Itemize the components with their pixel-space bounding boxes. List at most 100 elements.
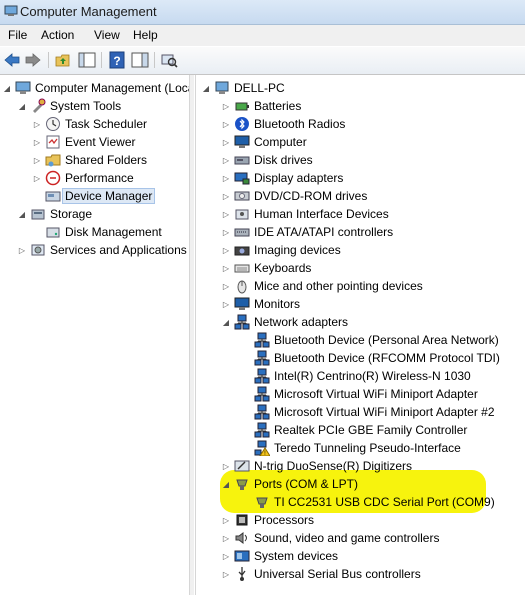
device-tree-item-row[interactable]: ▷ DVD/CD-ROM drives	[221, 187, 367, 205]
console-tree-item-row[interactable]: ▷ Shared Folders	[32, 151, 147, 169]
device-tree-item-row[interactable]: ◢ Network adapters	[221, 313, 348, 331]
device-tree-pane: ◢ DELL-PC ▷ Batteries ▷ Bluetooth Radios ▷ Comp…	[195, 75, 525, 595]
title-bar: Computer Management	[0, 0, 525, 25]
collapsed-arrow-icon[interactable]: ▷	[221, 119, 231, 129]
device-tree-item-label: Realtek PCIe GBE Family Controller	[274, 423, 468, 437]
collapsed-arrow-icon[interactable]: ▷	[32, 119, 42, 129]
device-tree-item-row[interactable]: ▷ Sound, video and game controllers	[221, 529, 440, 547]
menu-help[interactable]: Help	[131, 28, 160, 42]
help-icon[interactable]: ?	[108, 51, 126, 69]
console-tree-item-row[interactable]: ◢ System Tools	[17, 97, 121, 115]
device-tree-item-label: Mice and other pointing devices	[254, 279, 423, 293]
collapsed-arrow-icon[interactable]: ▷	[17, 245, 27, 255]
device-tree-item-row[interactable]: ▷ Computer	[221, 133, 307, 151]
collapsed-arrow-icon[interactable]: ▷	[221, 263, 231, 273]
device-tree-item-row[interactable]: Bluetooth Device (Personal Area Network)	[241, 331, 499, 349]
device-tree-item-row[interactable]: ▷ Imaging devices	[221, 241, 341, 259]
device-tree-item-row[interactable]: ▷ N-trig DuoSense(R) Digitizers	[221, 457, 412, 475]
device-tree-item-label: Human Interface Devices	[254, 207, 389, 221]
scan-hardware-icon[interactable]	[160, 51, 178, 69]
mouse-icon	[237, 280, 247, 294]
device-tree-item-row[interactable]: ▷ Human Interface Devices	[221, 205, 389, 223]
collapsed-arrow-icon[interactable]: ▷	[221, 227, 231, 237]
collapsed-arrow-icon[interactable]: ▷	[221, 191, 231, 201]
console-tree-item-row[interactable]: Disk Management	[32, 223, 162, 241]
device-tree-item-row[interactable]: ▷ Bluetooth Radios	[221, 115, 345, 133]
network-icon	[254, 422, 270, 438]
console-tree-item-row[interactable]: ▷ Performance	[32, 169, 134, 187]
menu-action[interactable]: Action	[39, 28, 76, 42]
collapsed-arrow-icon[interactable]: ▷	[221, 299, 231, 309]
device-tree-item-row[interactable]: ▷ IDE ATA/ATAPI controllers	[221, 223, 393, 241]
collapsed-arrow-icon[interactable]: ▷	[32, 137, 42, 147]
collapsed-arrow-icon[interactable]: ▷	[221, 173, 231, 183]
forward-arrow-icon[interactable]	[24, 51, 42, 69]
device-tree-item-row[interactable]: ▷ Monitors	[221, 295, 300, 313]
collapsed-arrow-icon[interactable]: ▷	[221, 137, 231, 147]
toolbar-separator	[154, 52, 155, 68]
collapsed-arrow-icon[interactable]: ▷	[221, 101, 231, 111]
collapsed-arrow-icon[interactable]: ▷	[221, 461, 231, 471]
sound-icon	[235, 532, 247, 544]
menu-file[interactable]: File	[6, 28, 29, 42]
device-tree-item-row[interactable]: ▷ System devices	[221, 547, 338, 565]
device-tree-item-row[interactable]: ◢ Ports (COM & LPT)	[221, 475, 358, 493]
action-pane-icon[interactable]	[131, 51, 149, 69]
device-tree-item-row[interactable]: ▷ Disk drives	[221, 151, 313, 169]
collapsed-arrow-icon[interactable]: ▷	[221, 155, 231, 165]
expanded-arrow-icon[interactable]: ◢	[2, 83, 12, 93]
collapsed-arrow-icon[interactable]: ▷	[221, 209, 231, 219]
expanded-arrow-icon[interactable]: ◢	[17, 101, 27, 111]
device-tree-item-row[interactable]: ! Teredo Tunneling Pseudo-Interface	[241, 439, 461, 457]
console-tree-item-row[interactable]: ▷ Task Scheduler	[32, 115, 147, 133]
back-arrow-icon[interactable]	[3, 51, 21, 69]
collapsed-arrow-icon[interactable]: ▷	[221, 245, 231, 255]
device-tree-item-label: DELL-PC	[234, 81, 285, 95]
collapsed-arrow-icon[interactable]: ▷	[221, 551, 231, 561]
device-tree-item-row[interactable]: ◢ DELL-PC	[201, 79, 285, 97]
system-devices-icon	[234, 550, 250, 562]
network-warning-icon: !	[254, 440, 270, 456]
device-tree-item-row[interactable]: ▷ Keyboards	[221, 259, 311, 277]
network-icon	[254, 386, 270, 402]
collapsed-arrow-icon[interactable]: ▷	[221, 281, 231, 291]
expanded-arrow-icon[interactable]: ◢	[221, 479, 231, 489]
console-tree-item-row[interactable]: ▷ Services and Applications	[17, 241, 187, 259]
device-tree-item-row[interactable]: Intel(R) Centrino(R) Wireless-N 1030	[241, 367, 471, 385]
collapsed-arrow-icon[interactable]: ▷	[221, 515, 231, 525]
console-tree-item-row[interactable]: Device Manager	[32, 187, 156, 205]
device-tree-item-row[interactable]: Bluetooth Device (RFCOMM Protocol TDI)	[241, 349, 500, 367]
device-tree-item-row[interactable]: ▷ Mice and other pointing devices	[221, 277, 423, 295]
pane-splitter[interactable]	[190, 75, 194, 595]
collapsed-arrow-icon[interactable]: ▷	[221, 569, 231, 579]
port-icon	[256, 497, 268, 508]
collapsed-arrow-icon[interactable]: ▷	[32, 155, 42, 165]
device-tree-item-row[interactable]: TI CC2531 USB CDC Serial Port (COM9)	[241, 493, 495, 511]
console-tree-item-row[interactable]: ◢ Computer Management (Local	[2, 79, 189, 97]
expanded-arrow-icon[interactable]: ◢	[201, 83, 211, 93]
device-tree-item-label: Bluetooth Device (RFCOMM Protocol TDI)	[274, 351, 500, 365]
collapsed-arrow-icon[interactable]: ▷	[32, 173, 42, 183]
camera-icon	[234, 246, 250, 256]
keyboard-icon	[234, 264, 250, 273]
console-tree-item-row[interactable]: ◢ Storage	[17, 205, 92, 223]
expanded-arrow-icon[interactable]: ◢	[17, 209, 27, 219]
device-tree-item-row[interactable]: ▷ Processors	[221, 511, 314, 529]
device-tree-item-row[interactable]: Realtek PCIe GBE Family Controller	[241, 421, 467, 439]
menu-view[interactable]: View	[92, 28, 122, 42]
device-tree-item-row[interactable]: Microsoft Virtual WiFi Miniport Adapter	[241, 385, 478, 403]
device-tree-item-row[interactable]: ▷ Display adapters	[221, 169, 343, 187]
device-tree-item-label: Microsoft Virtual WiFi Miniport Adapter …	[274, 405, 495, 419]
device-tree-item-row[interactable]: Microsoft Virtual WiFi Miniport Adapter …	[241, 403, 495, 421]
collapsed-arrow-icon[interactable]: ▷	[221, 533, 231, 543]
console-tree-item-row[interactable]: ▷ Event Viewer	[32, 133, 136, 151]
show-hide-tree-icon[interactable]	[78, 51, 96, 69]
up-folder-icon[interactable]	[54, 51, 72, 69]
expanded-arrow-icon[interactable]: ◢	[221, 317, 231, 327]
device-tree-item-row[interactable]: ▷ Batteries	[221, 97, 301, 115]
device-tree-item-row[interactable]: ▷ Universal Serial Bus controllers	[221, 565, 421, 583]
display-adapter-icon	[234, 172, 250, 185]
